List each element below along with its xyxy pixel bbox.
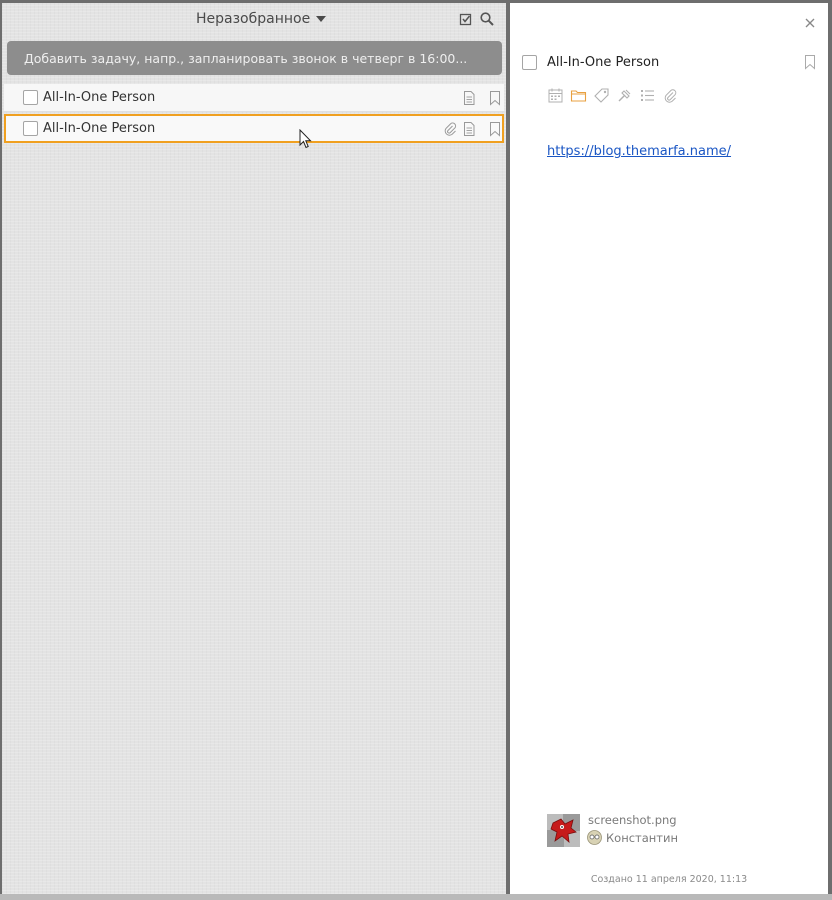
created-timestamp: Создано 11 апреля 2020, 11:13 xyxy=(590,874,748,885)
task-checkbox[interactable] xyxy=(23,90,38,105)
checklist-icon[interactable] xyxy=(639,87,656,104)
priority-icon[interactable] xyxy=(616,87,633,104)
author-name: Константин xyxy=(606,830,678,845)
author-row: Константин xyxy=(587,830,678,845)
attachment-thumbnail[interactable] xyxy=(547,814,580,847)
task-list-panel: Неразобранное All-In-One Person xyxy=(2,3,506,894)
list-header: Неразобранное xyxy=(2,3,506,37)
search-icon[interactable] xyxy=(479,11,495,27)
detail-title[interactable]: All-In-One Person xyxy=(547,55,659,70)
list-title: Неразобранное xyxy=(196,11,311,27)
calendar-icon[interactable] xyxy=(547,87,564,104)
attachment-icon[interactable] xyxy=(443,121,457,137)
tag-icon[interactable] xyxy=(593,87,610,104)
attachment-filename[interactable]: screenshot.png xyxy=(588,813,677,827)
checkbox-icon[interactable] xyxy=(458,11,474,27)
avatar xyxy=(587,830,602,845)
task-detail-panel: All-In-One Person https://blog.themarfa.… xyxy=(510,3,828,894)
app-window: Неразобранное All-In-One Person xyxy=(0,0,832,900)
task-row-selected[interactable]: All-In-One Person xyxy=(4,114,504,143)
taskbar-strip xyxy=(0,894,832,900)
bookmark-icon[interactable] xyxy=(804,54,816,70)
list-selector[interactable]: Неразобранное xyxy=(196,11,327,27)
task-title: All-In-One Person xyxy=(43,90,156,105)
bookmark-icon[interactable] xyxy=(488,90,502,106)
task-row[interactable]: All-In-One Person xyxy=(4,84,504,112)
bookmark-icon[interactable] xyxy=(488,121,502,137)
add-task-bar xyxy=(7,41,502,75)
add-task-input[interactable] xyxy=(22,49,496,67)
mouse-cursor-icon xyxy=(299,129,312,149)
folder-icon[interactable] xyxy=(570,87,587,104)
task-checkbox[interactable] xyxy=(23,121,38,136)
note-link[interactable]: https://blog.themarfa.name/ xyxy=(547,144,731,159)
note-icon[interactable] xyxy=(462,121,476,137)
note-icon[interactable] xyxy=(462,90,476,106)
close-icon[interactable] xyxy=(804,17,816,29)
chevron-down-icon xyxy=(316,16,327,22)
task-title: All-In-One Person xyxy=(43,121,156,136)
attachment-icon[interactable] xyxy=(662,87,679,104)
detail-checkbox[interactable] xyxy=(522,55,537,70)
detail-toolbar xyxy=(547,87,679,105)
